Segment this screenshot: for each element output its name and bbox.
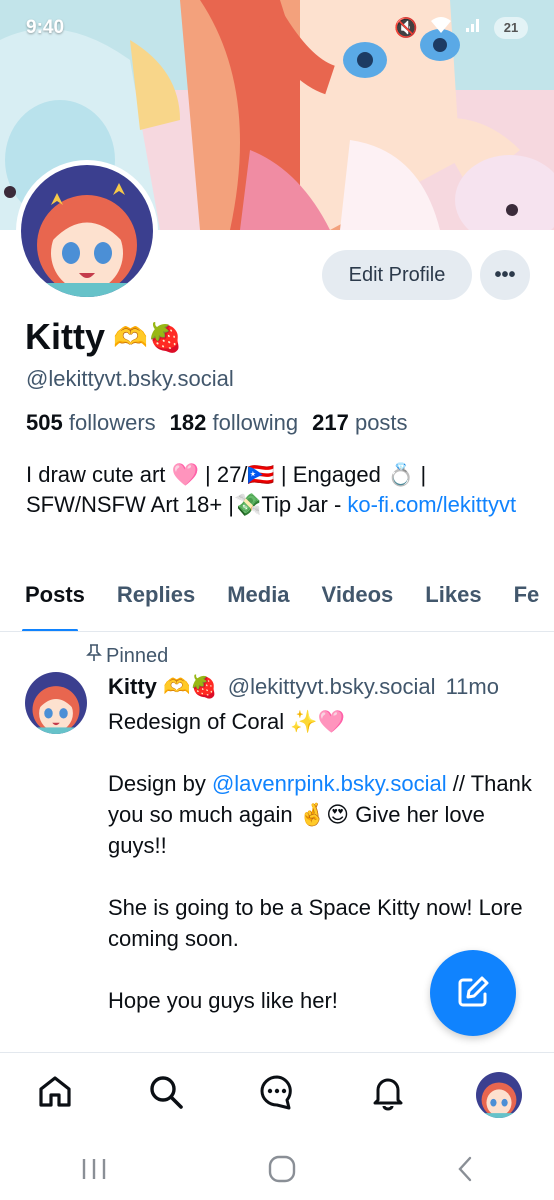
nav-search[interactable] [136, 1065, 196, 1125]
post-line: She is going to be a Space Kitty now! Lo… [108, 895, 523, 951]
post-header: Kitty 🫶🍓 @lekittyvt.bsky.social 11mo [108, 674, 499, 700]
following-stat[interactable]: 182 following [170, 410, 298, 436]
followers-label: followers [68, 410, 156, 435]
tab-media[interactable]: Media [211, 570, 305, 631]
posts-stat: 217 posts [312, 410, 407, 436]
nav-profile-avatar [475, 1071, 522, 1118]
post-line: Redesign of Coral ✨🩷 [108, 709, 345, 734]
avatar-image [21, 165, 153, 297]
nav-profile[interactable] [469, 1065, 529, 1125]
system-navigation [0, 1142, 554, 1200]
followers-stat[interactable]: 505 followers [26, 410, 156, 436]
post-line: Design by @lavenrpink.bsky.social // Tha… [108, 768, 538, 861]
profile-stats: 505 followers 182 following 217 posts [26, 410, 408, 436]
nav-notifications[interactable] [358, 1065, 418, 1125]
nav-chat[interactable] [247, 1065, 307, 1125]
post-author-name[interactable]: Kitty 🫶🍓 [108, 674, 218, 700]
mention-link[interactable]: @lavenrpink.bsky.social [212, 771, 447, 796]
post-text: Design by [108, 771, 212, 796]
back-icon[interactable] [455, 1155, 475, 1188]
home-circle-icon[interactable] [267, 1154, 297, 1189]
compose-button[interactable] [430, 950, 516, 1036]
bottom-navigation [0, 1052, 554, 1142]
followers-count: 505 [26, 410, 63, 435]
bio-tip-jar-link[interactable]: ko-fi.com/lekittyvt [347, 492, 516, 517]
profile-handle: @lekittyvt.bsky.social [26, 366, 234, 391]
tab-replies[interactable]: Replies [101, 570, 211, 631]
mute-icon: 🔇 [394, 18, 418, 39]
signal-icon [464, 16, 482, 40]
home-icon [36, 1073, 74, 1116]
post-avatar-image [25, 672, 87, 734]
compose-icon [455, 974, 491, 1013]
post-author-avatar[interactable] [25, 672, 87, 734]
post-time: 11mo [445, 674, 499, 699]
pinned-label: Pinned [106, 644, 169, 667]
wifi-icon [430, 16, 452, 40]
display-name-text: Kitty [25, 316, 105, 357]
tab-feeds[interactable]: Fe [498, 570, 554, 631]
search-icon [147, 1073, 185, 1116]
profile-avatar[interactable] [16, 160, 158, 302]
bell-icon [369, 1073, 407, 1116]
edit-profile-button[interactable]: Edit Profile [322, 250, 472, 300]
status-time: 9:40 [26, 17, 65, 38]
nav-avatar-image [475, 1071, 522, 1118]
tab-likes[interactable]: Likes [409, 570, 497, 631]
profile-bio: I draw cute art 🩷 | 27/🇵🇷 | Engaged 💍 | … [26, 460, 531, 520]
pin-icon [86, 644, 102, 668]
tab-posts[interactable]: Posts [0, 570, 101, 631]
profile-display-name: Kitty 🫶🍓 [25, 316, 183, 358]
profile-tabs: Posts Replies Media Videos Likes Fe [0, 570, 554, 632]
following-count: 182 [169, 410, 207, 435]
display-name-emoji: 🫶🍓 [113, 321, 183, 353]
recents-icon[interactable] [79, 1156, 109, 1187]
following-label: following [212, 410, 299, 435]
nav-home[interactable] [25, 1065, 85, 1125]
posts-label: posts [354, 410, 408, 435]
pinned-indicator: Pinned [86, 644, 168, 668]
post-author-handle[interactable]: @lekittyvt.bsky.social [228, 674, 436, 700]
more-options-button[interactable]: ••• [480, 250, 530, 300]
chat-icon [258, 1073, 296, 1116]
posts-count: 217 [312, 410, 349, 435]
tab-videos[interactable]: Videos [306, 570, 410, 631]
status-bar: 9:40 🔇 21 [0, 0, 554, 56]
battery-indicator: 21 [494, 17, 528, 39]
